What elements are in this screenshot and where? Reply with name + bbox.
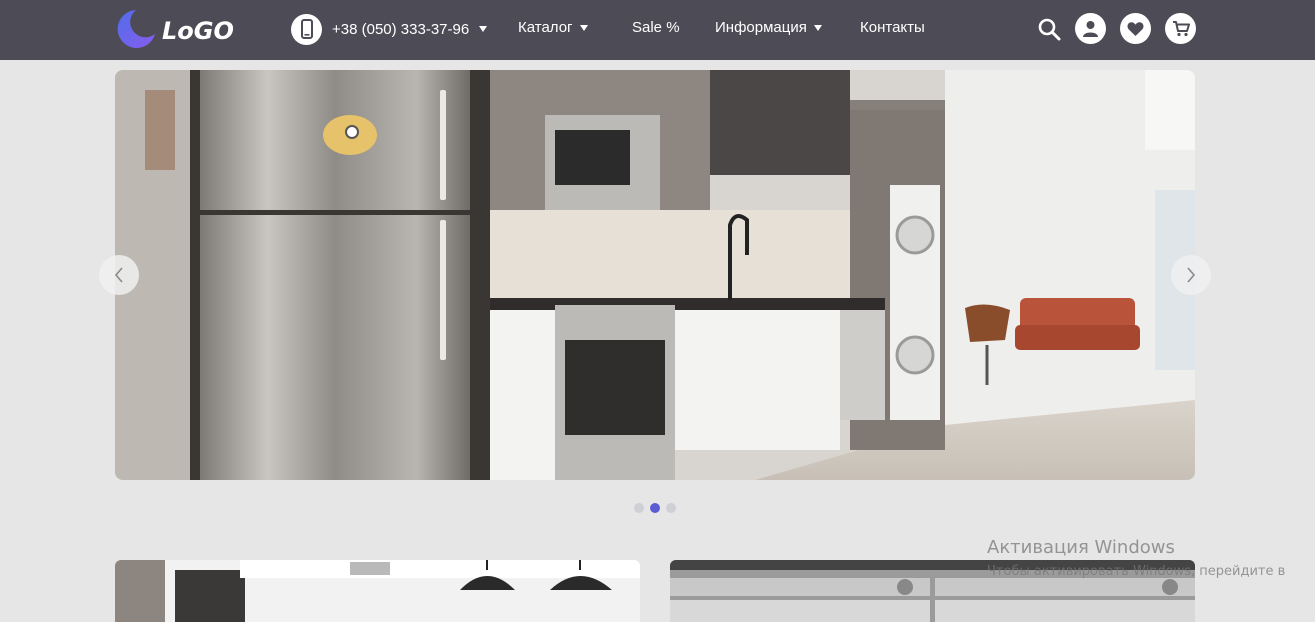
slider-next-button[interactable] xyxy=(1171,255,1211,295)
logo[interactable]: LoGO xyxy=(114,8,244,50)
nav-contacts-label: Контакты xyxy=(860,19,925,36)
nav-information[interactable]: Информация xyxy=(715,19,822,36)
watermark-title: Активация Windows xyxy=(987,537,1175,558)
chevron-left-icon xyxy=(114,267,123,283)
chevron-right-icon xyxy=(1187,267,1196,283)
nav-information-label: Информация xyxy=(715,19,807,36)
nav-catalog-label: Каталог xyxy=(518,19,573,36)
moon-logo-icon xyxy=(117,10,155,48)
logo-text: LoGO xyxy=(162,17,234,45)
slider-prev-button[interactable] xyxy=(99,255,139,295)
heart-icon[interactable] xyxy=(1120,13,1151,44)
tile-image xyxy=(115,560,640,622)
phone-icon xyxy=(291,13,322,45)
nav-sale[interactable]: Sale % xyxy=(632,19,680,36)
slider-dot-2[interactable] xyxy=(650,503,660,513)
category-tile-kitchen[interactable] xyxy=(115,560,640,622)
hero-slider xyxy=(115,70,1195,480)
slider-pagination xyxy=(634,503,676,513)
nav-catalog[interactable]: Каталог xyxy=(518,19,588,36)
user-icon[interactable] xyxy=(1075,13,1106,44)
search-icon[interactable] xyxy=(1036,16,1062,42)
slider-dot-3[interactable] xyxy=(666,503,676,513)
chevron-down-icon xyxy=(479,26,488,32)
cart-icon[interactable] xyxy=(1165,13,1196,44)
phone-number: +38 (050) 333-37-96 xyxy=(332,20,470,38)
site-header: LoGO +38 (050) 333-37-96 Каталог Sale % … xyxy=(0,0,1315,60)
windows-activation-watermark: Активация Windows Чтобы активировать Win… xyxy=(987,537,1285,579)
nav-sale-label: Sale % xyxy=(632,19,680,36)
chevron-down-icon xyxy=(579,24,588,31)
slider-dot-1[interactable] xyxy=(634,503,644,513)
nav-contacts[interactable]: Контакты xyxy=(860,19,925,36)
phone-dropdown[interactable]: +38 (050) 333-37-96 xyxy=(291,13,488,45)
slide-image xyxy=(115,70,1195,480)
chevron-down-icon xyxy=(813,24,822,31)
watermark-subtitle: Чтобы активировать Windows, перейдите в xyxy=(987,564,1286,579)
